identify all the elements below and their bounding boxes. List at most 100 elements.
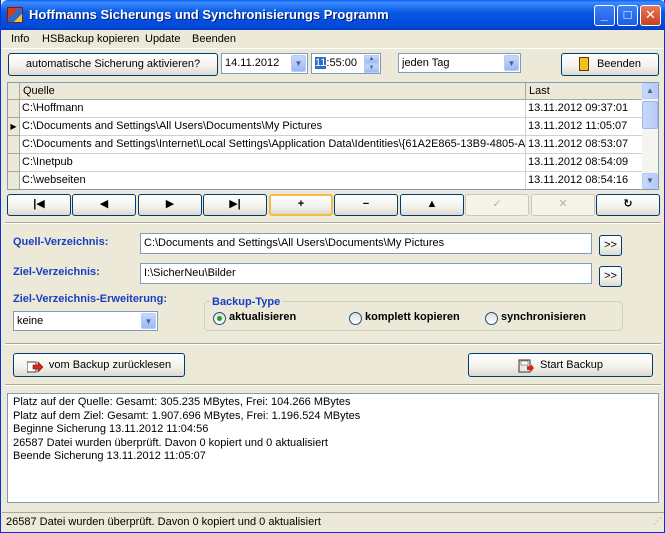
chevron-down-icon[interactable]: ▼ [504,55,519,71]
window-title: Hoffmanns Sicherungs und Synchronisierun… [29,7,389,22]
cell-quelle[interactable]: C:\Hoffmann [20,100,526,118]
nav-delete-button[interactable]: − [334,194,398,216]
scroll-thumb[interactable] [642,101,658,129]
main-window: Hoffmanns Sicherungs und Synchronisierun… [0,0,665,533]
close-button[interactable]: ✕ [640,5,661,26]
chevron-down-icon[interactable]: ▼ [291,55,306,72]
maximize-button[interactable]: □ [617,5,638,26]
table-row[interactable]: C:\webseiten 13.11.2012 08:54:16 [8,172,644,189]
chevron-down-icon[interactable]: ▼ [141,313,156,329]
table-row[interactable]: C:\Inetpub 13.11.2012 08:54:09 [8,154,644,172]
nav-prior-button[interactable]: ◀ [72,194,136,216]
radio-label-komplett-kopieren[interactable]: komplett kopieren [365,311,460,323]
interval-value: jeden Tag [402,57,450,69]
time-rest: :55:00 [326,57,358,69]
interval-select[interactable]: jeden Tag ▼ [398,53,521,73]
title-bar[interactable]: Hoffmanns Sicherungs und Synchronisierun… [1,0,665,30]
nav-cancel-button[interactable]: ✕ [531,194,595,216]
menu-update[interactable]: Update [145,33,180,45]
restore-button[interactable]: vom Backup zurücklesen [13,353,185,377]
backup-type-label: Backup-Type [210,296,283,308]
log-line: Platz auf der Quelle: Gesamt: 305.235 MB… [13,396,351,408]
resize-grip-icon[interactable]: ⋰ [653,512,662,530]
target-browse-button[interactable]: >> [599,266,622,287]
door-exit-icon [578,57,589,72]
cell-last[interactable]: 13.11.2012 08:53:07 [526,136,644,154]
extension-label: Ziel-Verzeichnis-Erweiterung: [13,293,168,305]
nav-first-button[interactable]: |◀ [7,194,71,216]
row-indicator[interactable] [8,136,20,154]
cell-quelle[interactable]: C:\webseiten [20,172,526,189]
nav-refresh-button[interactable]: ↻ [596,194,660,216]
extension-value: keine [17,315,44,327]
time-hour-selected: 11 [315,57,327,69]
quit-button-label: Beenden [596,58,642,70]
log-line: Beginne Sicherung 13.11.2012 11:04:56 [13,423,209,435]
table-row[interactable]: C:\Documents and Settings\Internet\Local… [8,136,644,154]
nav-edit-button[interactable]: ▲ [400,194,464,216]
column-header-quelle[interactable]: Quelle [20,83,526,100]
restore-arrow-icon [26,359,44,373]
app-icon [7,7,23,23]
quit-button[interactable]: Beenden [561,53,659,76]
row-indicator[interactable] [8,172,20,189]
separator [5,222,661,224]
radio-komplett-kopieren[interactable] [349,312,362,325]
extension-select[interactable]: keine ▼ [13,311,158,331]
separator [5,343,661,345]
grid-scrollbar[interactable]: ▲ ▼ [642,83,658,189]
start-backup-label: Start Backup [540,359,603,371]
cell-last[interactable]: 13.11.2012 11:05:07 [526,118,644,136]
target-dir-input[interactable]: I:\SicherNeu\Bilder [140,263,592,284]
menu-info[interactable]: Info [11,33,29,45]
row-indicator-arrow-icon[interactable]: ▶ [8,118,20,136]
target-dir-label: Ziel-Verzeichnis: [13,266,100,278]
cell-last[interactable]: 13.11.2012 09:37:01 [526,100,644,118]
row-indicator[interactable] [8,100,20,118]
nav-insert-button[interactable]: + [269,194,333,216]
nav-post-button[interactable]: ✓ [465,194,529,216]
menu-bar: Info HSBackup kopieren Update Beenden [2,30,664,49]
scroll-down-icon[interactable]: ▼ [642,173,658,189]
status-bar: 26587 Datei wurden überprüft. Davon 0 ko… [2,512,664,532]
status-text: 26587 Datei wurden überprüft. Davon 0 ko… [6,516,321,528]
nav-next-button[interactable]: ▶ [138,194,202,216]
table-row[interactable]: C:\Hoffmann 13.11.2012 09:37:01 [8,100,644,118]
separator [5,384,661,386]
cell-last[interactable]: 13.11.2012 08:54:16 [526,172,644,189]
spin-down-icon[interactable]: ▼ [364,64,379,73]
minimize-button[interactable]: _ [594,5,615,26]
restore-button-label: vom Backup zurücklesen [48,359,172,371]
source-dir-label: Quell-Verzeichnis: [13,236,109,248]
backup-disk-icon [518,359,534,373]
date-picker[interactable]: 14.11.2012 ▼ [221,53,308,74]
start-backup-button[interactable]: Start Backup [468,353,653,377]
menu-hsbackup-kopieren[interactable]: HSBackup kopieren [42,33,139,45]
cell-quelle[interactable]: C:\Inetpub [20,154,526,172]
cell-quelle[interactable]: C:\Documents and Settings\All Users\Docu… [20,118,526,136]
grid-corner [8,83,20,100]
nav-last-button[interactable]: ▶| [203,194,267,216]
log-memo[interactable]: Platz auf der Quelle: Gesamt: 305.235 MB… [7,393,659,503]
log-line: Platz auf dem Ziel: Gesamt: 1.907.696 MB… [13,409,361,422]
time-field[interactable]: 11:55:00 ▲ ▼ [311,53,381,74]
table-row[interactable]: ▶ C:\Documents and Settings\All Users\Doc… [8,118,644,136]
auto-backup-button[interactable]: automatische Sicherung aktivieren? [8,53,218,76]
radio-synchronisieren[interactable] [485,312,498,325]
spin-up-icon[interactable]: ▲ [364,55,379,64]
column-header-last[interactable]: Last [526,83,644,100]
row-indicator[interactable] [8,154,20,172]
log-line: 26587 Datei wurden überprüft. Davon 0 ko… [13,436,328,449]
scroll-up-icon[interactable]: ▲ [642,83,658,99]
source-dir-input[interactable]: C:\Documents and Settings\All Users\Docu… [140,233,592,254]
radio-aktualisieren[interactable] [213,312,226,325]
source-browse-button[interactable]: >> [599,235,622,256]
cell-quelle[interactable]: C:\Documents and Settings\Internet\Local… [20,136,526,154]
log-line: Beende Sicherung 13.11.2012 11:05:07 [13,450,206,462]
cell-last[interactable]: 13.11.2012 08:54:09 [526,154,644,172]
source-grid[interactable]: Quelle Last C:\Hoffmann 13.11.2012 09:37:… [7,82,659,190]
menu-beenden[interactable]: Beenden [192,33,236,45]
radio-label-aktualisieren[interactable]: aktualisieren [229,311,296,323]
date-value: 14.11.2012 [225,57,280,69]
radio-label-synchronisieren[interactable]: synchronisieren [501,311,586,323]
